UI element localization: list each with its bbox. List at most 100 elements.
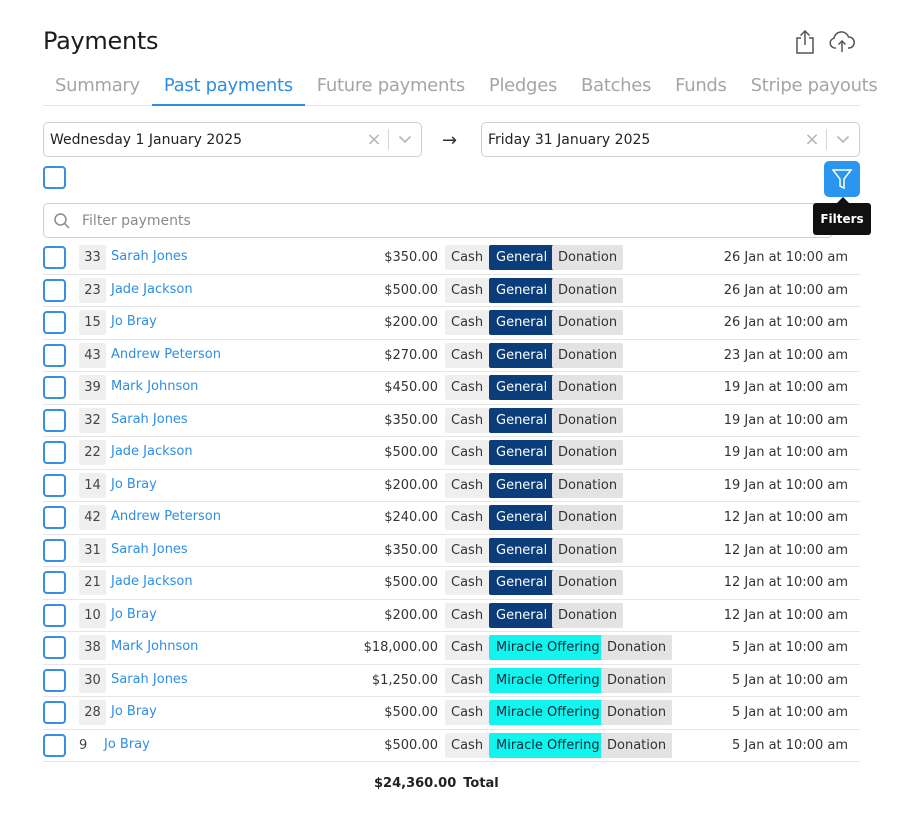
tab-past-payments[interactable]: Past payments: [151, 72, 305, 106]
payer-name-link[interactable]: Jo Bray: [111, 314, 157, 329]
tab-summary[interactable]: Summary: [43, 72, 152, 106]
table-row[interactable]: 21 Jade Jackson $500.00 Cash General Donation…: [43, 567, 860, 600]
payer-name-link[interactable]: Andrew Peterson: [111, 347, 221, 362]
table-row[interactable]: 22 Jade Jackson $500.00 Cash General Donation…: [43, 437, 860, 470]
payment-method-badge: Cash: [445, 407, 490, 433]
tab-pledges[interactable]: Pledges: [477, 72, 569, 106]
payment-type-badge: Donation: [601, 635, 673, 660]
clear-end-date-icon[interactable]: ×: [798, 129, 826, 150]
row-checkbox[interactable]: [43, 408, 66, 432]
table-row[interactable]: 9 Jo Bray $500.00 Cash Miracle Offering Donat…: [43, 730, 860, 762]
row-checkbox[interactable]: [43, 701, 66, 724]
tab-batches[interactable]: Batches: [569, 72, 663, 106]
row-checkbox[interactable]: [43, 571, 66, 594]
chevron-down-icon[interactable]: [827, 135, 859, 144]
payer-name-link[interactable]: Jo Bray: [111, 477, 157, 492]
table-row[interactable]: 15 Jo Bray $200.00 Cash General Donation 26 Ja…: [43, 307, 860, 340]
row-checkbox[interactable]: [43, 278, 66, 302]
chevron-down-icon[interactable]: [389, 135, 421, 144]
total-amount: $24,360.00: [374, 776, 457, 791]
payer-name-link[interactable]: Sarah Jones: [111, 542, 188, 557]
payer-name-link[interactable]: Jo Bray: [111, 704, 157, 719]
payment-date: 5 Jan at 10:00 am: [732, 672, 848, 688]
payment-method-badge: Cash: [445, 635, 490, 660]
cloud-upload-icon[interactable]: [828, 28, 856, 56]
row-checkbox[interactable]: [43, 376, 66, 399]
end-date-select[interactable]: Friday 31 January 2025 ×: [481, 122, 860, 157]
row-checkbox[interactable]: [43, 733, 66, 757]
payment-id: 39: [79, 375, 106, 400]
row-checkbox[interactable]: [43, 538, 66, 562]
table-row[interactable]: 38 Mark Johnson $18,000.00 Cash Miracle Offe…: [43, 632, 860, 665]
row-checkbox[interactable]: [43, 636, 66, 659]
tab-funds[interactable]: Funds: [663, 72, 739, 106]
tab-future-payments[interactable]: Future payments: [305, 72, 477, 106]
table-row[interactable]: 31 Sarah Jones $350.00 Cash General Donation 1…: [43, 535, 860, 567]
payer-name-link[interactable]: Jo Bray: [104, 737, 150, 752]
payment-type-badge: Donation: [552, 570, 624, 595]
payment-amount: $200.00: [384, 607, 438, 623]
tab-bar: Summary Past payments Future payments Pledg…: [43, 72, 878, 106]
payer-name-link[interactable]: Sarah Jones: [111, 412, 188, 427]
table-row[interactable]: 10 Jo Bray $200.00 Cash General Donation 12 Ja…: [43, 600, 860, 632]
clear-start-date-icon[interactable]: ×: [360, 129, 388, 150]
payer-name-link[interactable]: Mark Johnson: [111, 379, 198, 394]
fund-badge: General: [489, 342, 555, 368]
payment-amount: $1,250.00: [371, 672, 438, 688]
row-checkbox[interactable]: [43, 668, 66, 692]
select-all-checkbox[interactable]: [43, 166, 66, 189]
row-checkbox[interactable]: [43, 311, 66, 334]
table-row[interactable]: 33 Sarah Jones $350.00 Cash General Donation 2…: [43, 242, 860, 275]
row-checkbox[interactable]: [43, 343, 66, 367]
filter-icon: [831, 169, 853, 190]
filters-button[interactable]: [824, 161, 860, 197]
payment-method-badge: Cash: [445, 342, 490, 368]
payment-method-badge: Cash: [445, 245, 490, 270]
payment-type-badge: Donation: [552, 407, 624, 433]
fund-badge: General: [489, 375, 555, 400]
payment-date: 12 Jan at 10:00 am: [723, 575, 848, 590]
fund-badge: Miracle Offering: [489, 635, 607, 660]
fund-badge: Miracle Offering: [489, 732, 607, 758]
payment-date: 19 Jan at 10:00 am: [723, 380, 848, 395]
row-checkbox[interactable]: [43, 473, 66, 497]
payment-date: 19 Jan at 10:00 am: [723, 445, 848, 460]
payer-name-link[interactable]: Sarah Jones: [111, 672, 188, 687]
row-checkbox[interactable]: [43, 246, 66, 269]
table-row[interactable]: 14 Jo Bray $200.00 Cash General Donation 19 Ja…: [43, 470, 860, 502]
share-icon[interactable]: [792, 28, 818, 56]
payment-method-badge: Cash: [445, 537, 490, 563]
row-checkbox[interactable]: [43, 441, 66, 464]
table-row[interactable]: 32 Sarah Jones $350.00 Cash General Donation 1…: [43, 405, 860, 437]
payment-date: 26 Jan at 10:00 am: [723, 315, 848, 330]
payment-amount: $500.00: [384, 282, 438, 298]
payer-name-link[interactable]: Jo Bray: [111, 607, 157, 622]
table-row[interactable]: 39 Mark Johnson $450.00 Cash General Donation…: [43, 372, 860, 405]
payer-name-link[interactable]: Sarah Jones: [111, 249, 188, 264]
search-input[interactable]: [80, 211, 832, 230]
table-row[interactable]: 43 Andrew Peterson $270.00 Cash General Donat…: [43, 340, 860, 372]
payment-id: 43: [79, 342, 106, 368]
table-row[interactable]: 30 Sarah Jones $1,250.00 Cash Miracle Offeri…: [43, 665, 860, 697]
row-checkbox[interactable]: [43, 603, 66, 627]
payment-id: 14: [79, 472, 106, 498]
payment-method-badge: Cash: [445, 440, 490, 465]
start-date-select[interactable]: Wednesday 1 January 2025 ×: [43, 122, 422, 157]
payment-amount: $270.00: [384, 347, 438, 363]
payment-id: 9: [79, 732, 99, 758]
payer-name-link[interactable]: Jade Jackson: [111, 574, 193, 589]
payment-amount: $350.00: [384, 542, 438, 558]
payment-amount: $350.00: [384, 250, 438, 265]
payer-name-link[interactable]: Jade Jackson: [111, 444, 193, 459]
payer-name-link[interactable]: Jade Jackson: [111, 282, 193, 297]
payment-method-badge: Cash: [445, 310, 490, 335]
payer-name-link[interactable]: Mark Johnson: [111, 639, 198, 654]
row-checkbox[interactable]: [43, 506, 66, 529]
filters-tooltip: Filters: [813, 197, 871, 235]
table-row[interactable]: 28 Jo Bray $500.00 Cash Miracle Offering Dona…: [43, 697, 860, 730]
payer-name-link[interactable]: Andrew Peterson: [111, 509, 221, 524]
table-row[interactable]: 42 Andrew Peterson $240.00 Cash General Donat…: [43, 502, 860, 535]
tab-stripe-payouts[interactable]: Stripe payouts: [739, 72, 890, 106]
table-row[interactable]: 23 Jade Jackson $500.00 Cash General Donation…: [43, 275, 860, 307]
payment-method-badge: Cash: [445, 602, 490, 628]
